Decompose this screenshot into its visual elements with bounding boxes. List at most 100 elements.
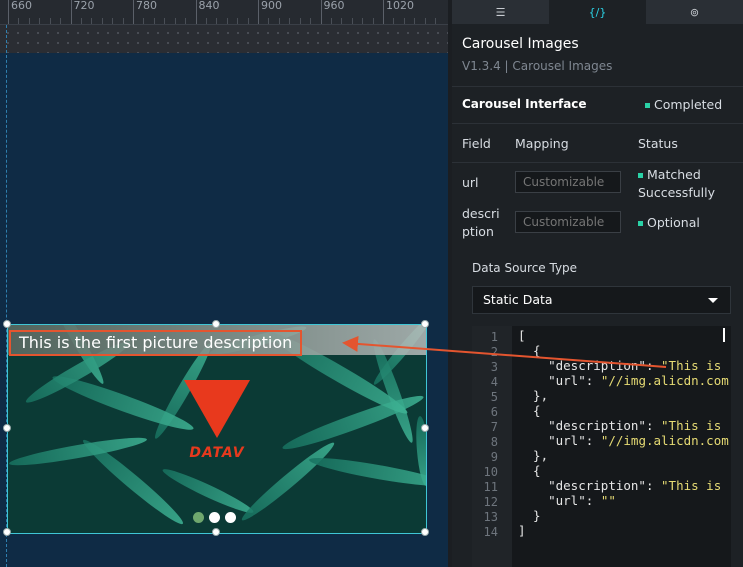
palm-leaf xyxy=(160,464,256,518)
column-header-mapping: Mapping xyxy=(515,136,569,151)
ruler-minor-tick xyxy=(164,18,166,24)
line-number: 8 xyxy=(490,435,498,449)
line-number: 13 xyxy=(483,510,498,524)
status-text: Successfully xyxy=(638,185,715,200)
divider xyxy=(452,123,743,124)
resize-handle-bottom-left[interactable] xyxy=(3,528,11,536)
code-line: "url": "//img.alicdn.com xyxy=(548,373,729,388)
interaction-icon: ⊚ xyxy=(689,5,700,19)
ruler-minor-tick xyxy=(268,18,270,24)
field-name-part: descri xyxy=(462,206,500,221)
palm-leaf xyxy=(237,437,339,526)
code-line: { xyxy=(518,403,541,418)
ruler-minor-tick xyxy=(174,18,176,24)
ruler-minor-tick xyxy=(424,18,426,24)
ruler-minor-tick xyxy=(80,18,82,24)
line-number: 2 xyxy=(490,345,498,359)
line-number: 6 xyxy=(490,405,498,419)
status-text: Matched xyxy=(647,167,701,182)
ruler-minor-tick xyxy=(28,18,30,24)
code-line: } xyxy=(518,508,541,523)
carousel-dot[interactable] xyxy=(225,512,236,523)
divider xyxy=(452,86,743,87)
resize-handle-bottom-right[interactable] xyxy=(421,528,429,536)
column-header-field: Field xyxy=(462,136,491,151)
ruler-minor-tick xyxy=(310,18,312,24)
resize-handle-left[interactable] xyxy=(3,424,11,432)
interface-status-text: Completed xyxy=(654,97,723,112)
status-text: Optional xyxy=(647,215,700,230)
field-name-url: url xyxy=(462,175,479,190)
ruler-minor-tick xyxy=(362,18,364,24)
ruler-minor-tick xyxy=(101,18,103,24)
resize-handle-right[interactable] xyxy=(421,424,429,432)
line-number: 9 xyxy=(490,450,498,464)
carousel-caption: This is the first picture description xyxy=(9,330,303,356)
ruler-minor-tick xyxy=(351,18,353,24)
line-number: 4 xyxy=(490,375,498,389)
carousel-widget[interactable]: This is the first picture description DA… xyxy=(7,324,427,534)
line-number: 1 xyxy=(490,330,498,344)
line-number: 14 xyxy=(483,525,498,539)
ruler-minor-tick xyxy=(278,18,280,24)
carousel-dot[interactable] xyxy=(209,512,220,523)
component-title: Carousel Images xyxy=(462,36,579,52)
settings-icon: ☰ xyxy=(495,5,506,19)
ruler-minor-tick xyxy=(18,18,20,24)
code-line: { xyxy=(518,343,541,358)
resize-handle-bottom[interactable] xyxy=(212,528,220,536)
ruler-minor-tick xyxy=(299,18,301,24)
carousel-dot[interactable] xyxy=(193,512,204,523)
mapping-input-url[interactable] xyxy=(515,171,621,193)
line-number: 10 xyxy=(483,465,498,479)
code-line: "description": "This is xyxy=(548,478,722,493)
ruler-label: 1020 xyxy=(386,0,414,12)
tab-settings[interactable]: ☰ xyxy=(452,0,549,24)
code-line: "description": "This is xyxy=(548,358,722,373)
field-status-description: Optional xyxy=(638,215,700,230)
ruler-guide-band xyxy=(0,25,452,53)
data-source-label: Data Source Type xyxy=(472,261,578,275)
interface-label: Carousel Interface xyxy=(462,97,587,111)
code-line: "description": "This is xyxy=(548,418,722,433)
ruler-minor-tick xyxy=(205,18,207,24)
line-number: 5 xyxy=(490,390,498,404)
resize-handle-top[interactable] xyxy=(212,320,220,328)
interface-status: Completed xyxy=(645,97,722,112)
code-editor[interactable]: 1 2 3 4 5 6 7 8 9 10 11 12 13 14[ { "description": "T… xyxy=(472,326,731,567)
code-line: [ xyxy=(518,328,526,343)
ruler-label: 720 xyxy=(73,0,95,12)
code-line: { xyxy=(518,463,541,478)
code-line: }, xyxy=(518,448,549,463)
ruler-minor-tick xyxy=(237,18,239,24)
ruler-minor-tick xyxy=(122,18,124,24)
field-name-description: descri ption xyxy=(462,205,500,241)
ruler-minor-tick xyxy=(393,18,395,24)
ruler-minor-tick xyxy=(435,18,437,24)
ruler-label: 900 xyxy=(261,0,282,12)
palm-leaf xyxy=(307,452,426,492)
tab-interaction[interactable]: ⊚ xyxy=(646,0,743,24)
text-cursor xyxy=(723,328,725,342)
ruler-label: 960 xyxy=(323,0,345,12)
ruler-minor-tick xyxy=(153,18,155,24)
resize-handle-top-right[interactable] xyxy=(421,320,429,328)
ruler-minor-tick xyxy=(226,18,228,24)
ruler-minor-tick xyxy=(143,18,145,24)
column-header-status: Status xyxy=(638,136,678,151)
data-source-value: Static Data xyxy=(483,292,553,307)
line-number: 12 xyxy=(483,495,498,509)
datav-logo-text: DATAV xyxy=(189,445,245,461)
data-source-select[interactable]: Static Data xyxy=(472,286,731,314)
tab-data[interactable]: {/} xyxy=(549,0,646,24)
resize-handle-top-left[interactable] xyxy=(3,320,11,328)
mapping-input-description[interactable] xyxy=(515,211,621,233)
divider xyxy=(452,162,743,163)
ruler-label: 840 xyxy=(198,0,220,12)
datav-logo-icon xyxy=(184,380,250,438)
ruler-minor-tick xyxy=(91,18,93,24)
ruler-minor-tick xyxy=(39,18,41,24)
palm-leaf xyxy=(8,432,149,471)
line-number: 3 xyxy=(490,360,498,374)
config-panel: ☰ {/} ⊚ Carousel Images V1.3.4 | Carouse… xyxy=(452,0,743,567)
